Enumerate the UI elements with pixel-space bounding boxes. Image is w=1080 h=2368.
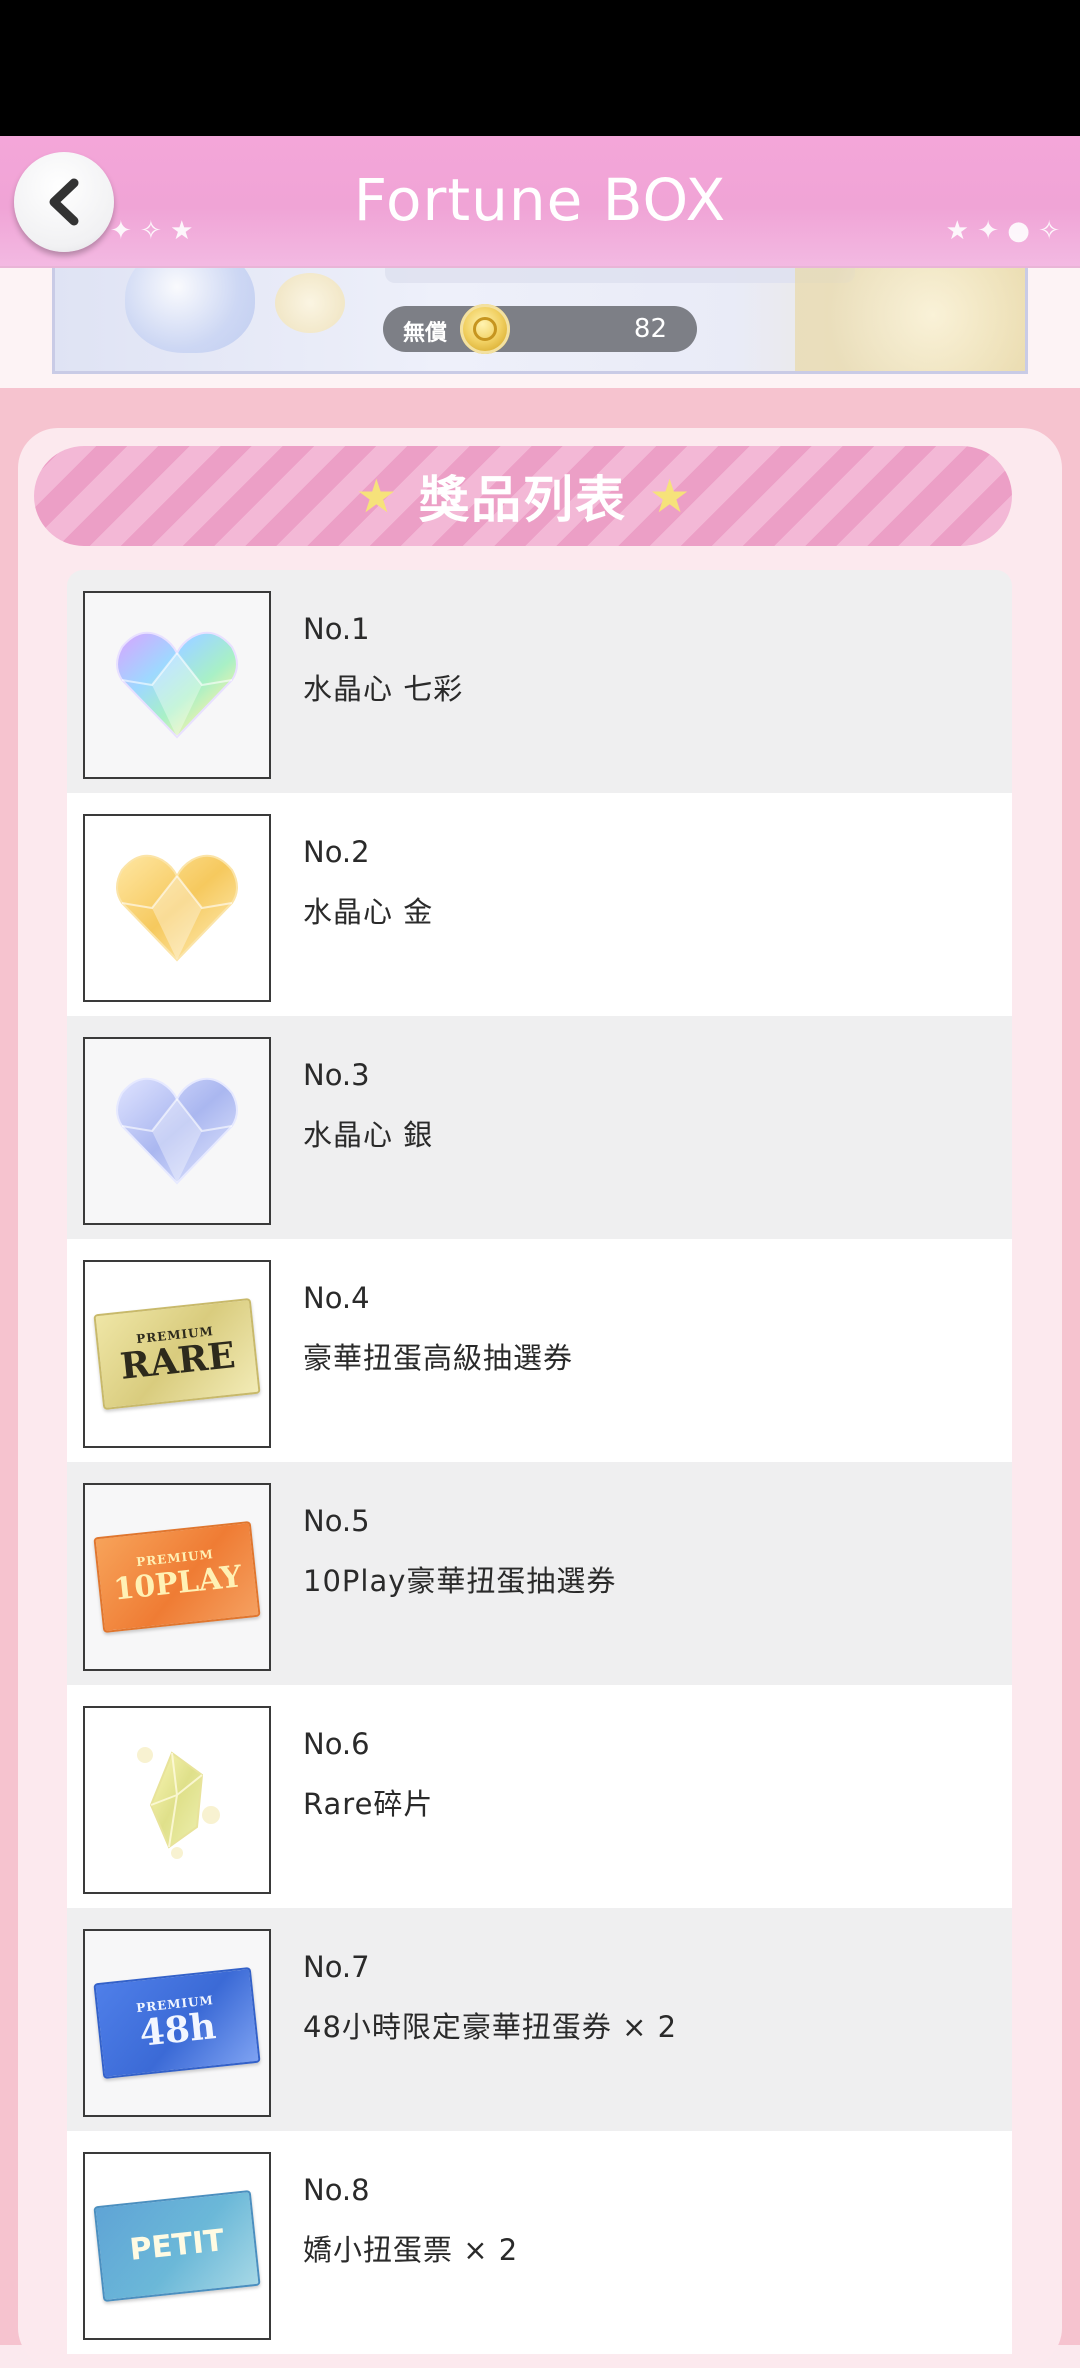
prize-thumbnail: PETIT xyxy=(83,2152,271,2340)
prize-name: 水晶心 七彩 xyxy=(303,672,464,706)
prize-name: 48小時限定豪華扭蛋券 × 2 xyxy=(303,2010,678,2044)
prize-name: 嬌小扭蛋票 × 2 xyxy=(303,2233,519,2267)
coin-balance: 無償 82 xyxy=(383,304,697,354)
prize-list-title: 獎品列表 xyxy=(419,471,627,529)
rainbow-crystal-heart-icon xyxy=(116,631,238,739)
star-icon: ★ xyxy=(649,469,691,523)
premium-rare-ticket-icon: PREMIUM RARE xyxy=(93,1298,261,1410)
premium-48h-ticket-icon: PREMIUM 48h xyxy=(93,1967,261,2079)
premium-10play-ticket-icon: PREMIUM 10PLAY xyxy=(93,1521,261,1633)
coin-label: 無償 xyxy=(403,321,448,346)
prize-row[interactable]: PREMIUM 10PLAY No.5 10Play豪華扭蛋抽選券 xyxy=(67,1462,1012,1685)
silver-crystal-heart-icon xyxy=(116,1077,238,1185)
prize-number: No.3 xyxy=(303,1058,370,1092)
prize-name: 水晶心 銀 xyxy=(303,1118,434,1152)
prize-row[interactable]: No.2 水晶心 金 xyxy=(67,793,1012,1016)
stars-decoration-right: ★ ✦ ● ✧ xyxy=(945,216,1060,246)
prize-number: No.6 xyxy=(303,1727,370,1761)
prize-thumbnail xyxy=(83,591,271,779)
ticket-text: 48h xyxy=(137,2005,218,2055)
prize-thumbnail xyxy=(83,1037,271,1225)
app-header: Fortune BOX ✦ ✧ ★ ★ ✦ ● ✧ xyxy=(0,136,1080,268)
ticket-text: PETIT xyxy=(128,2223,226,2268)
ticket-text: 10PLAY xyxy=(111,1559,244,1608)
prize-list-header: ★ 獎品列表 ★ xyxy=(34,446,1012,546)
gold-crystal-heart-icon xyxy=(116,854,238,962)
banner-gold-heart-decoration xyxy=(275,273,345,333)
prize-row[interactable]: No.1 水晶心 七彩 xyxy=(67,570,1012,793)
rare-shard-icon xyxy=(137,1747,220,1859)
prize-number: No.5 xyxy=(303,1504,370,1538)
prize-number: No.8 xyxy=(303,2173,370,2207)
status-bar xyxy=(0,0,1080,136)
prize-number: No.1 xyxy=(303,612,370,646)
prize-thumbnail xyxy=(83,1706,271,1894)
prize-name: 10Play豪華扭蛋抽選券 xyxy=(303,1564,617,1598)
prize-row[interactable]: No.3 水晶心 銀 xyxy=(67,1016,1012,1239)
prize-name: 水晶心 金 xyxy=(303,895,434,929)
prize-thumbnail: PREMIUM 10PLAY xyxy=(83,1483,271,1671)
prize-list: No.1 水晶心 七彩 No.2 水晶心 金 No.3 水晶心 銀 PREMIU… xyxy=(67,570,1012,2354)
star-icon: ★ xyxy=(355,469,397,523)
banner-coin-decoration xyxy=(795,253,1025,371)
prize-row[interactable]: No.6 Rare碎片 xyxy=(67,1685,1012,1908)
prize-name: 豪華扭蛋高級抽選券 xyxy=(303,1341,574,1375)
ticket-text: RARE xyxy=(118,1334,238,1388)
prize-number: No.7 xyxy=(303,1950,370,1984)
coin-count: 82 xyxy=(633,314,667,344)
coin-icon xyxy=(460,304,510,354)
petit-ticket-icon: PETIT xyxy=(93,2190,261,2302)
prize-row[interactable]: PETIT No.8 嬌小扭蛋票 × 2 xyxy=(67,2131,1012,2354)
prize-thumbnail xyxy=(83,814,271,1002)
prize-row[interactable]: PREMIUM 48h No.7 48小時限定豪華扭蛋券 × 2 xyxy=(67,1908,1012,2131)
stars-decoration-left: ✦ ✧ ★ xyxy=(110,216,194,246)
prize-thumbnail: PREMIUM 48h xyxy=(83,1929,271,2117)
prize-row[interactable]: PREMIUM RARE No.4 豪華扭蛋高級抽選券 xyxy=(67,1239,1012,1462)
prize-number: No.2 xyxy=(303,835,370,869)
prize-thumbnail: PREMIUM RARE xyxy=(83,1260,271,1448)
prize-name: Rare碎片 xyxy=(303,1787,434,1821)
prize-number: No.4 xyxy=(303,1281,370,1315)
